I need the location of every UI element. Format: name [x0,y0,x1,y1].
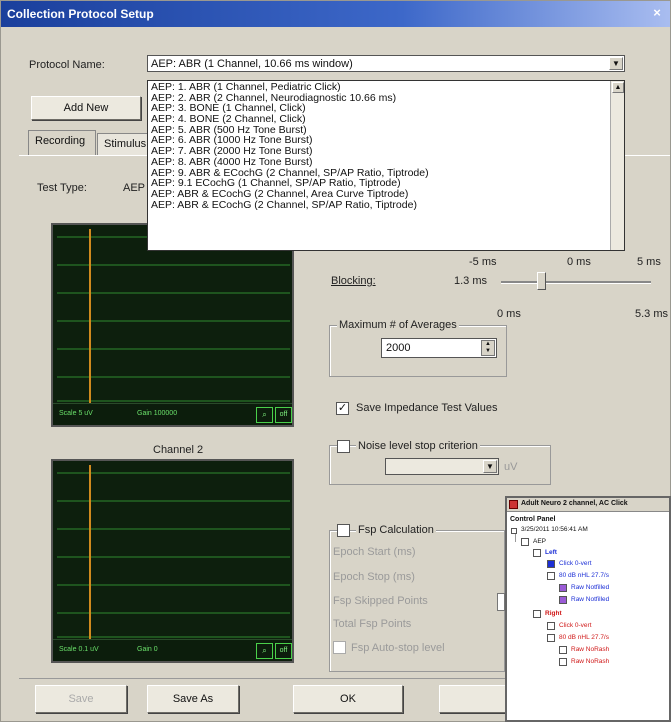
control-panel-titlebar: Adult Neuro 2 channel, AC Click [507,498,669,512]
tab-stimulus[interactable]: Stimulus [97,133,151,155]
fsp-skipped-label: Fsp Skipped Points [333,595,428,607]
checkbox-icon[interactable] [547,622,555,630]
tree-click-right[interactable]: Click 0-vert [559,622,592,630]
save-button[interactable]: Save [35,685,127,713]
fsp-auto-stop-checkbox[interactable] [333,641,346,654]
fsp-total-label: Total Fsp Points [333,618,412,630]
save-impedance-checkbox[interactable]: ✓ [336,402,349,415]
tree-db-right[interactable]: 80 dB nHL 27.7/s [559,634,609,642]
app-icon [509,500,518,509]
chevron-down-icon[interactable]: ▼ [609,57,623,70]
channel-1-scale[interactable]: Scale 5 uV [59,410,93,417]
blocking-value: 1.3 ms [454,275,488,287]
checkbox-icon[interactable] [547,634,555,642]
protocol-options: AEP: 1. ABR (1 Channel, Pediatric Click)… [151,82,429,210]
tree-right[interactable]: Right [545,610,562,618]
channel-2-scope[interactable]: Scale 0.1 uV Gain 0 ⌕ off [51,459,294,663]
window-mid-label: 0 ms [567,256,591,268]
noise-stop-select[interactable]: ▼ [385,458,499,475]
tree-db-left[interactable]: 80 dB nHL 27.7/s [559,572,609,580]
fsp-label: Fsp Calculation [356,524,436,536]
channel-1-footer: Scale 5 uV Gain 100000 ⌕ off [53,403,292,425]
close-icon[interactable]: × [650,6,664,20]
control-panel-title: Adult Neuro 2 channel, AC Click [521,500,628,507]
checkbox-icon[interactable] [559,584,567,592]
protocol-name-label: Protocol Name: [29,59,105,71]
save-impedance-label: Save Impedance Test Values [356,402,498,414]
tree-raw-1[interactable]: Raw Notfilled [571,584,609,592]
tab-recording[interactable]: Recording [28,130,96,155]
test-type-value: AEP [123,182,146,194]
fsp-skipped-input[interactable] [497,593,505,611]
channel-2-gain[interactable]: Gain 0 [137,646,158,653]
channel-1-gain[interactable]: Gain 100000 [137,410,177,417]
channel-2-grid [57,465,290,639]
blocking-label: Blocking: [331,275,376,287]
protocol-selected-value: AEP: ABR (1 Channel, 10.66 ms window) [151,58,353,70]
channel-2-footer: Scale 0.1 uV Gain 0 ⌕ off [53,639,292,661]
window-max-label: 5 ms [637,256,661,268]
add-new-button[interactable]: Add New [31,96,141,120]
channel-1-scope[interactable]: Scale 5 uV Gain 100000 ⌕ off [51,223,294,427]
zoom-icon[interactable]: ⌕ [256,643,273,659]
checkbox-icon[interactable] [547,572,555,580]
tree-date[interactable]: 3/25/2011 10:56:41 AM [521,526,588,534]
scroll-up-icon[interactable]: ▲ [612,82,624,93]
save-as-button[interactable]: Save As [147,685,239,713]
protocol-option[interactable]: AEP: 8. ABR (4000 Hz Tone Burst) [151,157,429,168]
window-min-label: -5 ms [469,256,497,268]
window-title: Collection Protocol Setup [7,7,154,21]
chevron-down-icon[interactable]: ▼ [483,460,497,473]
dropdown-scrollbar[interactable]: ▲ [610,81,624,250]
checkbox-icon[interactable] [533,610,541,618]
max-averages-label: Maximum # of Averages [337,319,459,331]
max-averages-value: 2000 [386,342,411,354]
checkbox-icon[interactable] [559,596,567,604]
noise-stop-checkbox[interactable] [337,440,350,453]
protocol-option[interactable]: AEP: ABR & ECochG (2 Channel, Area Curve… [151,189,429,200]
channel-2-off-button[interactable]: off [275,643,292,659]
tree-raw-right-1[interactable]: Raw NoRash [571,646,609,654]
control-panel-header: Control Panel [510,516,556,523]
tree-raw-2[interactable]: Raw Notfilled [571,596,609,604]
checkbox-icon[interactable] [547,560,555,568]
control-panel-window: Adult Neuro 2 channel, AC Click Control … [505,496,671,722]
fsp-checkbox[interactable] [337,524,350,537]
test-type-label: Test Type: [37,182,87,194]
channel-1-grid [57,229,290,403]
channel-2-label: Channel 2 [153,444,204,456]
checkbox-icon[interactable] [533,549,541,557]
protocol-dropdown-list[interactable]: AEP: 1. ABR (1 Channel, Pediatric Click)… [147,80,625,251]
ok-button[interactable]: OK [293,685,403,713]
checkbox-icon[interactable] [521,538,529,546]
channel-1-off-button[interactable]: off [275,407,292,423]
blocking-slider-thumb[interactable] [537,272,546,290]
max-averages-spinner[interactable]: 2000 ▲ ▼ [381,338,497,358]
protocol-option[interactable]: AEP: ABR & ECochG (2 Channel, SP/AP Rati… [151,199,429,211]
checkbox-icon[interactable] [559,658,567,666]
title-bar: Collection Protocol Setup × [1,1,670,27]
blocking-slider-track[interactable] [501,281,651,284]
tree-aep[interactable]: AEP [533,538,546,546]
fsp-epoch-start-label: Epoch Start (ms) [333,546,416,558]
zoom-icon[interactable]: ⌕ [256,407,273,423]
fsp-auto-stop-label: Fsp Auto-stop level [351,642,445,654]
noise-stop-label: Noise level stop criterion [356,440,480,452]
tree-left[interactable]: Left [545,549,557,557]
checkbox-icon[interactable] [559,646,567,654]
tree-click-left[interactable]: Click 0-vert [559,560,592,568]
protocol-name-select[interactable]: AEP: ABR (1 Channel, 10.66 ms window) ▼ [147,55,625,72]
blocking-min-label: 0 ms [497,308,521,320]
blocking-max-label: 5.3 ms [635,308,669,320]
noise-stop-unit: uV [504,461,518,473]
spinner-arrows-icon[interactable]: ▲ ▼ [481,340,495,356]
fsp-epoch-stop-label: Epoch Stop (ms) [333,571,415,583]
tree-raw-right-2[interactable]: Raw NoRash [571,658,609,666]
tree-expand-icon[interactable] [511,528,517,534]
channel-2-scale[interactable]: Scale 0.1 uV [59,646,99,653]
